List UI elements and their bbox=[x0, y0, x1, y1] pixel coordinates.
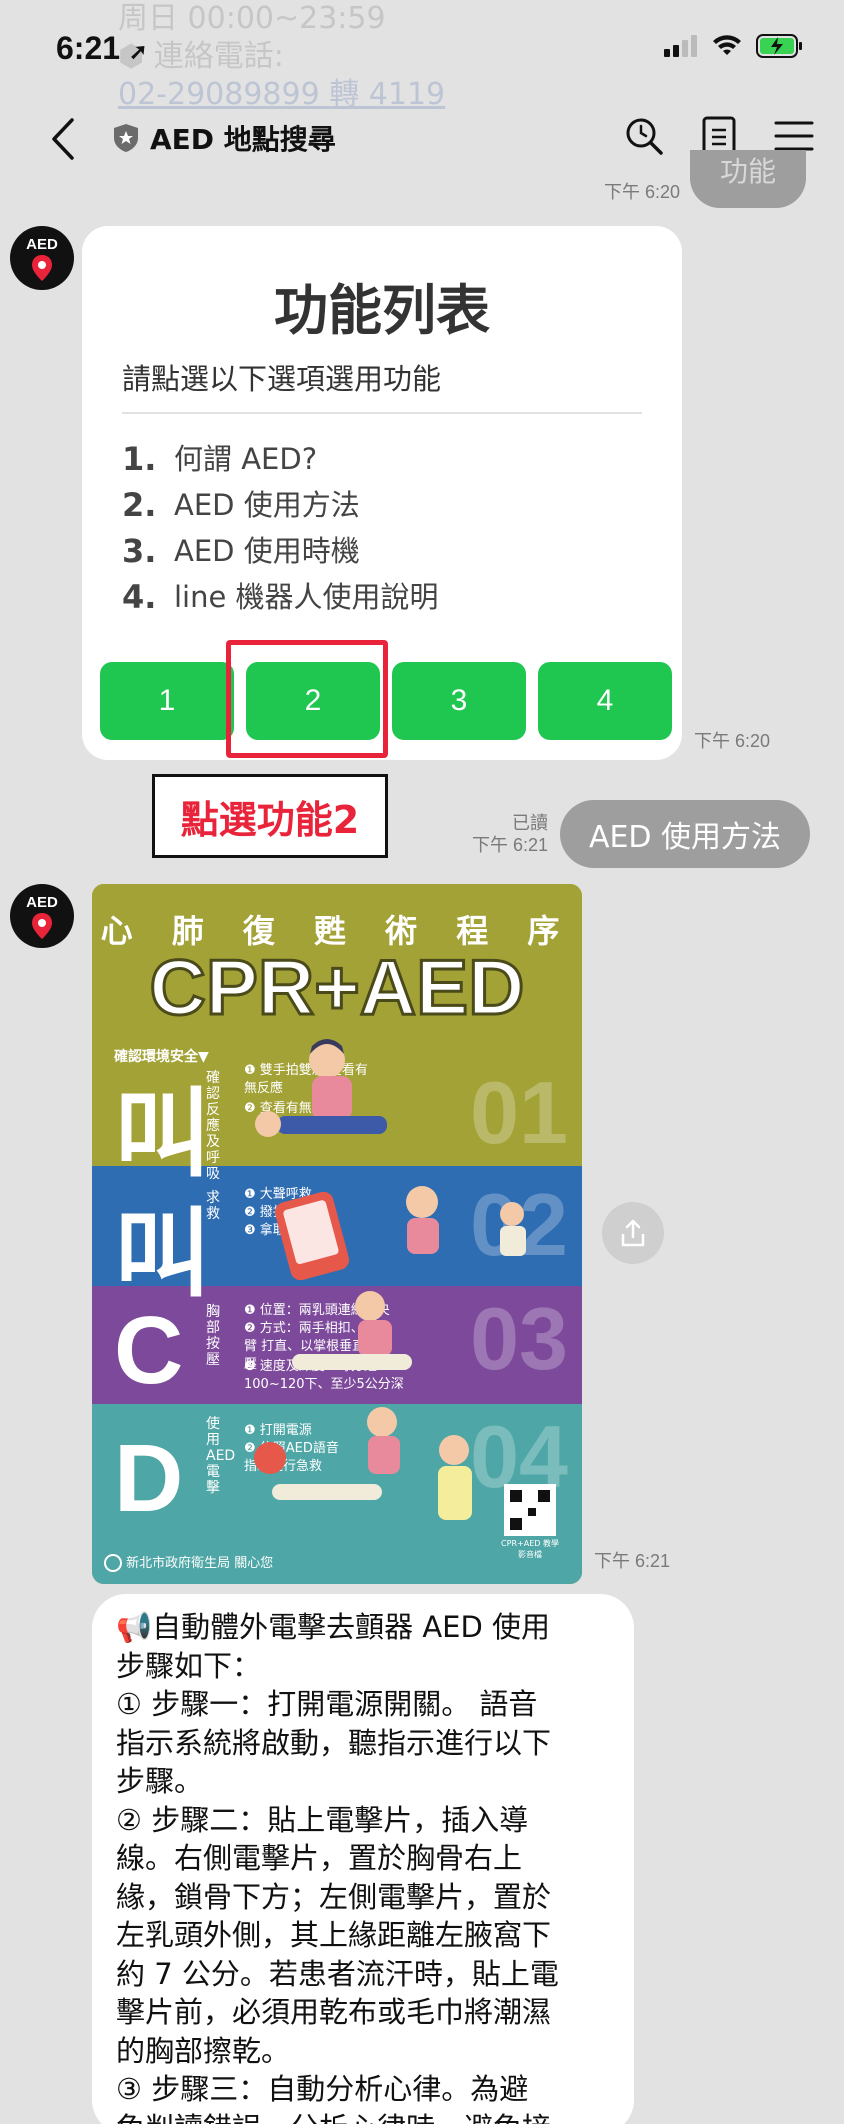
message-line: ③ 步驟三：自動分析心律。為避 bbox=[116, 2072, 529, 2106]
option-button-4[interactable]: 4 bbox=[538, 662, 672, 740]
card-subtitle: 請點選以下選項選用功能 bbox=[122, 362, 442, 396]
poster-footer: 新北市政府衛生局 關心您 bbox=[104, 1552, 274, 1572]
status-bar: 6:21 ➚ bbox=[0, 0, 844, 100]
message-line: 左乳頭外側，其上緣距離左腋窩下 bbox=[116, 1918, 552, 1952]
highlight-box-option-2 bbox=[226, 640, 388, 758]
list-item-label: AED 使用方法 bbox=[174, 488, 360, 522]
bot-avatar[interactable]: AED bbox=[10, 884, 74, 948]
battery-charging-icon bbox=[756, 34, 802, 58]
list-item-label: line 機器人使用說明 bbox=[174, 580, 439, 614]
message-timestamp: 下午 6:21 bbox=[471, 835, 548, 855]
message-line: 步驟。 bbox=[116, 1764, 204, 1798]
signal-icon bbox=[664, 35, 697, 57]
location-arrow-icon: ➚ bbox=[128, 39, 148, 64]
list-item-number: 1. bbox=[122, 440, 157, 478]
avatar-label: AED bbox=[26, 236, 58, 253]
card-divider bbox=[122, 412, 642, 414]
share-icon bbox=[621, 1219, 645, 1247]
search-icon[interactable] bbox=[624, 116, 664, 156]
read-label: 已讀 bbox=[512, 813, 548, 833]
message-line: 步驟如下： bbox=[116, 1648, 262, 1683]
previous-user-message-text: 功能 bbox=[719, 155, 776, 188]
user-message-text: AED 使用方法 bbox=[588, 820, 782, 855]
share-button[interactable] bbox=[602, 1202, 664, 1264]
avatar-label: AED bbox=[26, 894, 58, 911]
message-line: ① 步驟一：打開電源開關。 語音 bbox=[116, 1687, 538, 1721]
list-item-number: 3. bbox=[122, 532, 157, 570]
list-item: 4. line 機器人使用說明 bbox=[122, 574, 439, 620]
message-line: 緣，鎖骨下方；左側電擊片，置於 bbox=[116, 1879, 552, 1914]
chat-title: AED 地點搜尋 bbox=[112, 118, 336, 158]
health-bureau-logo-icon bbox=[104, 1554, 122, 1572]
message-line: ② 步驟二：貼上電擊片，插入導 bbox=[116, 1802, 529, 1837]
list-item-label: 何謂 AED? bbox=[174, 442, 318, 476]
back-chevron-icon[interactable] bbox=[42, 114, 86, 164]
list-item-label: AED 使用時機 bbox=[174, 534, 360, 568]
message-line: 的胸部擦乾。 bbox=[116, 2033, 291, 2068]
cpr-aed-poster-image[interactable]: 心 肺 復 甦 術 程 序 CPR+AED 確認環境安全▼ 叫 確認反應及呼吸 … bbox=[92, 884, 582, 1584]
status-icons bbox=[664, 34, 804, 58]
cpr-illustration-figures bbox=[254, 1039, 556, 1536]
aed-steps-message[interactable]: 📢自動體外電擊去顫器 AED 使用 步驟如下： ① 步驟一：打開電源開關。 語音… bbox=[92, 1594, 634, 2124]
location-pin-icon bbox=[32, 255, 52, 281]
message-timestamp: 下午 6:20 bbox=[603, 182, 680, 202]
card-title: 功能列表 bbox=[274, 279, 490, 342]
message-line: 約 7 公分。若患者流汗時，貼上電 bbox=[116, 1956, 559, 1991]
status-time: 6:21 ➚ bbox=[56, 30, 148, 66]
message-timestamp: 下午 6:20 bbox=[693, 731, 770, 751]
message-line: 📢自動體外電擊去顫器 AED 使用 bbox=[116, 1610, 551, 1644]
message-line: 擊片前，必須用乾布或毛巾將潮濕 bbox=[116, 1995, 552, 2029]
tutorial-annotation: 點選功能2 bbox=[152, 774, 388, 858]
wifi-icon bbox=[713, 35, 741, 55]
location-pin-icon bbox=[32, 913, 52, 939]
message-timestamp: 下午 6:21 bbox=[593, 1551, 670, 1571]
list-item-number: 4. bbox=[122, 578, 157, 616]
list-item: 3. AED 使用時機 bbox=[122, 528, 439, 574]
poster-footer-text: 新北市政府衛生局 關心您 bbox=[126, 1555, 274, 1571]
previous-user-message[interactable]: 功能 bbox=[690, 150, 806, 208]
list-item: 2. AED 使用方法 bbox=[122, 482, 439, 528]
bot-avatar[interactable]: AED bbox=[10, 226, 74, 290]
poster-qr-caption: CPR+AED 教學影音檔 bbox=[501, 1539, 559, 1559]
menu-icon[interactable] bbox=[774, 120, 814, 152]
verified-shield-icon bbox=[114, 124, 138, 152]
list-item-number: 2. bbox=[122, 486, 157, 524]
option-button-1[interactable]: 1 bbox=[100, 662, 234, 740]
message-line: 指示系統將啟動，聽指示進行以下 bbox=[116, 1725, 552, 1760]
option-button-3[interactable]: 3 bbox=[392, 662, 526, 740]
function-list: 1. 何謂 AED? 2. AED 使用方法 3. AED 使用時機 4. line 機… bbox=[122, 436, 439, 620]
read-receipt: 已讀 下午 6:21 bbox=[468, 812, 548, 856]
chat-title-text: AED 地點搜尋 bbox=[150, 123, 336, 156]
list-item: 1. 何謂 AED? bbox=[122, 436, 439, 482]
message-line: 免判讀錯誤，分析心律時，避免接 bbox=[116, 2109, 612, 2124]
message-line: 線。右側電擊片，置於胸骨右上 bbox=[116, 1841, 523, 1875]
user-message-bubble[interactable]: AED 使用方法 bbox=[560, 800, 810, 868]
